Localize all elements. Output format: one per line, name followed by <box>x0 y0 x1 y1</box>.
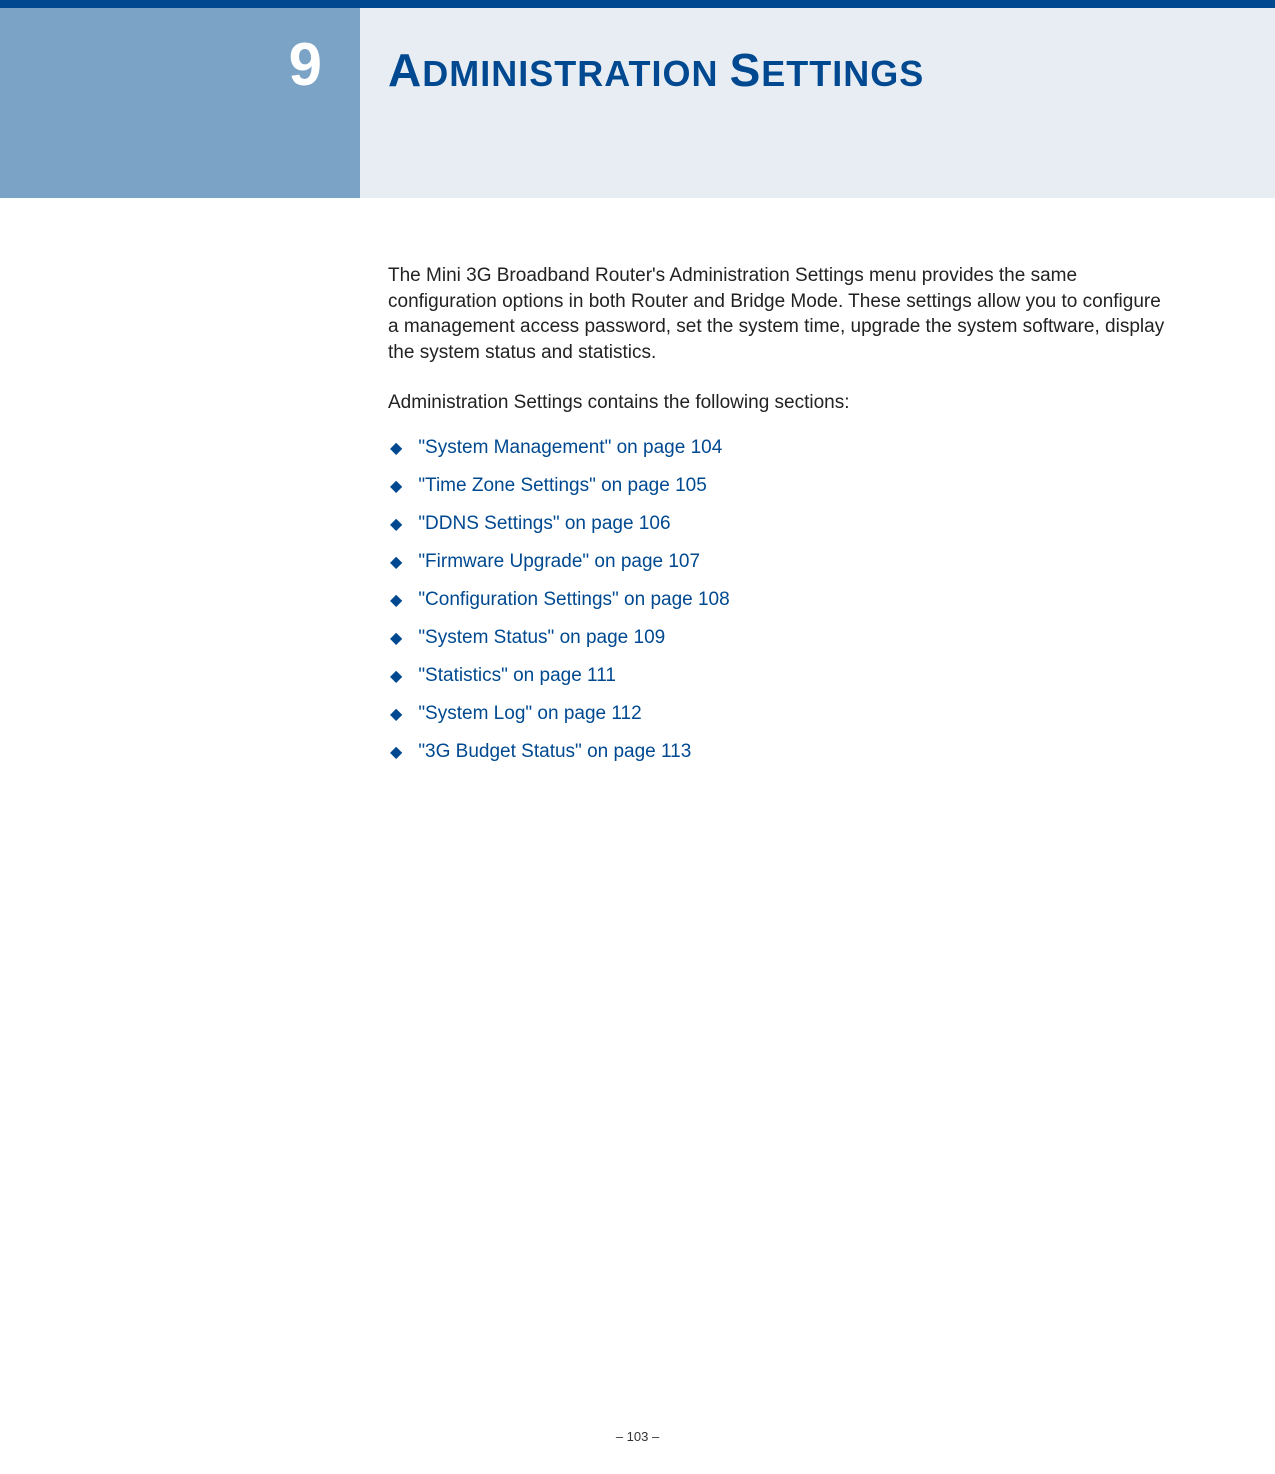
toc-item: ◆ "3G Budget Status" on page 113 <box>388 741 1175 763</box>
page-number: – 103 – <box>616 1429 659 1444</box>
toc-item: ◆ "Configuration Settings" on page 108 <box>388 589 1175 611</box>
toc-link[interactable]: "DDNS Settings" on page 106 <box>418 513 670 535</box>
diamond-bullet-icon: ◆ <box>390 476 402 496</box>
page-footer: – 103 – <box>0 1429 1275 1444</box>
toc-item: ◆ "System Management" on page 104 <box>388 437 1175 459</box>
toc-item: ◆ "Firmware Upgrade" on page 107 <box>388 551 1175 573</box>
diamond-bullet-icon: ◆ <box>390 552 402 572</box>
chapter-title: ADMINISTRATION SETTINGS <box>388 43 1275 97</box>
diamond-bullet-icon: ◆ <box>390 438 402 458</box>
toc-link[interactable]: "System Log" on page 112 <box>418 703 641 725</box>
toc-link[interactable]: "Configuration Settings" on page 108 <box>418 589 729 611</box>
toc-link[interactable]: "System Management" on page 104 <box>418 437 722 459</box>
chapter-header: 9 ADMINISTRATION SETTINGS <box>0 8 1275 198</box>
diamond-bullet-icon: ◆ <box>390 742 402 762</box>
intro-paragraph: The Mini 3G Broadband Router's Administr… <box>388 263 1175 366</box>
diamond-bullet-icon: ◆ <box>390 514 402 534</box>
toc-item: ◆ "Time Zone Settings" on page 105 <box>388 475 1175 497</box>
chapter-title-box: ADMINISTRATION SETTINGS <box>360 8 1275 198</box>
toc-link[interactable]: "System Status" on page 109 <box>418 627 665 649</box>
toc-link[interactable]: "Firmware Upgrade" on page 107 <box>418 551 700 573</box>
diamond-bullet-icon: ◆ <box>390 628 402 648</box>
toc-item: ◆ "System Status" on page 109 <box>388 627 1175 649</box>
top-accent-bar <box>0 0 1275 8</box>
sections-intro: Administration Settings contains the fol… <box>388 390 1175 416</box>
chapter-number-box: 9 <box>0 8 360 198</box>
toc-list: ◆ "System Management" on page 104 ◆ "Tim… <box>388 437 1175 763</box>
toc-link[interactable]: "Statistics" on page 111 <box>418 665 616 687</box>
toc-link[interactable]: "3G Budget Status" on page 113 <box>418 741 691 763</box>
chapter-number: 9 <box>289 31 322 98</box>
content-area: The Mini 3G Broadband Router's Administr… <box>388 263 1175 763</box>
toc-item: ◆ "Statistics" on page 111 <box>388 665 1175 687</box>
diamond-bullet-icon: ◆ <box>390 590 402 610</box>
toc-item: ◆ "System Log" on page 112 <box>388 703 1175 725</box>
diamond-bullet-icon: ◆ <box>390 666 402 686</box>
toc-link[interactable]: "Time Zone Settings" on page 105 <box>418 475 706 497</box>
toc-item: ◆ "DDNS Settings" on page 106 <box>388 513 1175 535</box>
diamond-bullet-icon: ◆ <box>390 704 402 724</box>
